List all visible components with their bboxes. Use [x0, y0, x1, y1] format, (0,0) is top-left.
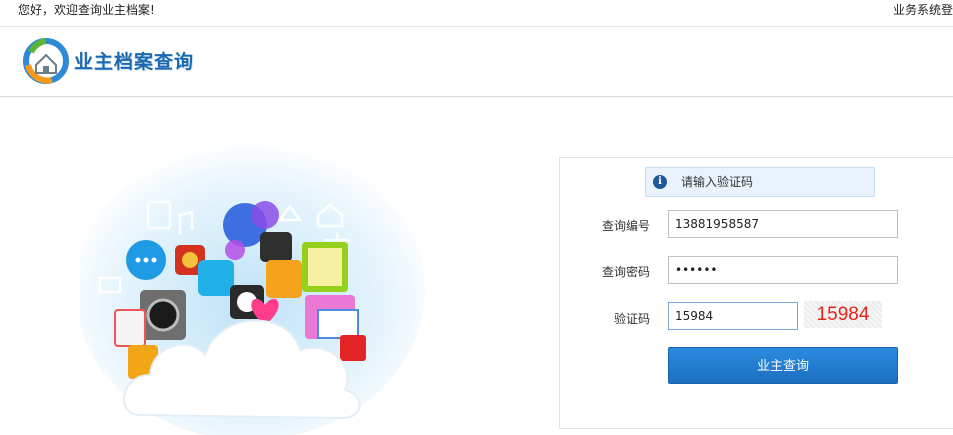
info-icon: i: [653, 175, 667, 189]
query-password-label: 查询密码: [601, 265, 650, 279]
query-panel: [559, 157, 953, 429]
house-logo-icon: [23, 38, 69, 84]
query-number-input[interactable]: [668, 210, 898, 238]
captcha-input[interactable]: [668, 302, 798, 330]
captcha-tip: i 请输入验证码: [645, 167, 875, 197]
captcha-image[interactable]: 15984: [804, 301, 882, 328]
site-title: 业主档案查询: [74, 51, 195, 73]
header: 业主档案查询: [0, 27, 953, 97]
query-password-input[interactable]: [668, 256, 898, 284]
top-bar: 您好，欢迎查询业主档案! 业务系统登: [0, 0, 953, 27]
query-number-label: 查询编号: [601, 219, 650, 233]
tip-text: 请输入验证码: [681, 175, 754, 189]
cloud-apps-illustration: [80, 140, 425, 435]
captcha-label: 验证码: [613, 312, 650, 326]
greeting-text: 您好，欢迎查询业主档案!: [18, 3, 155, 17]
business-system-login-link[interactable]: 业务系统登: [893, 0, 953, 20]
owner-query-button[interactable]: 业主查询: [668, 347, 898, 384]
